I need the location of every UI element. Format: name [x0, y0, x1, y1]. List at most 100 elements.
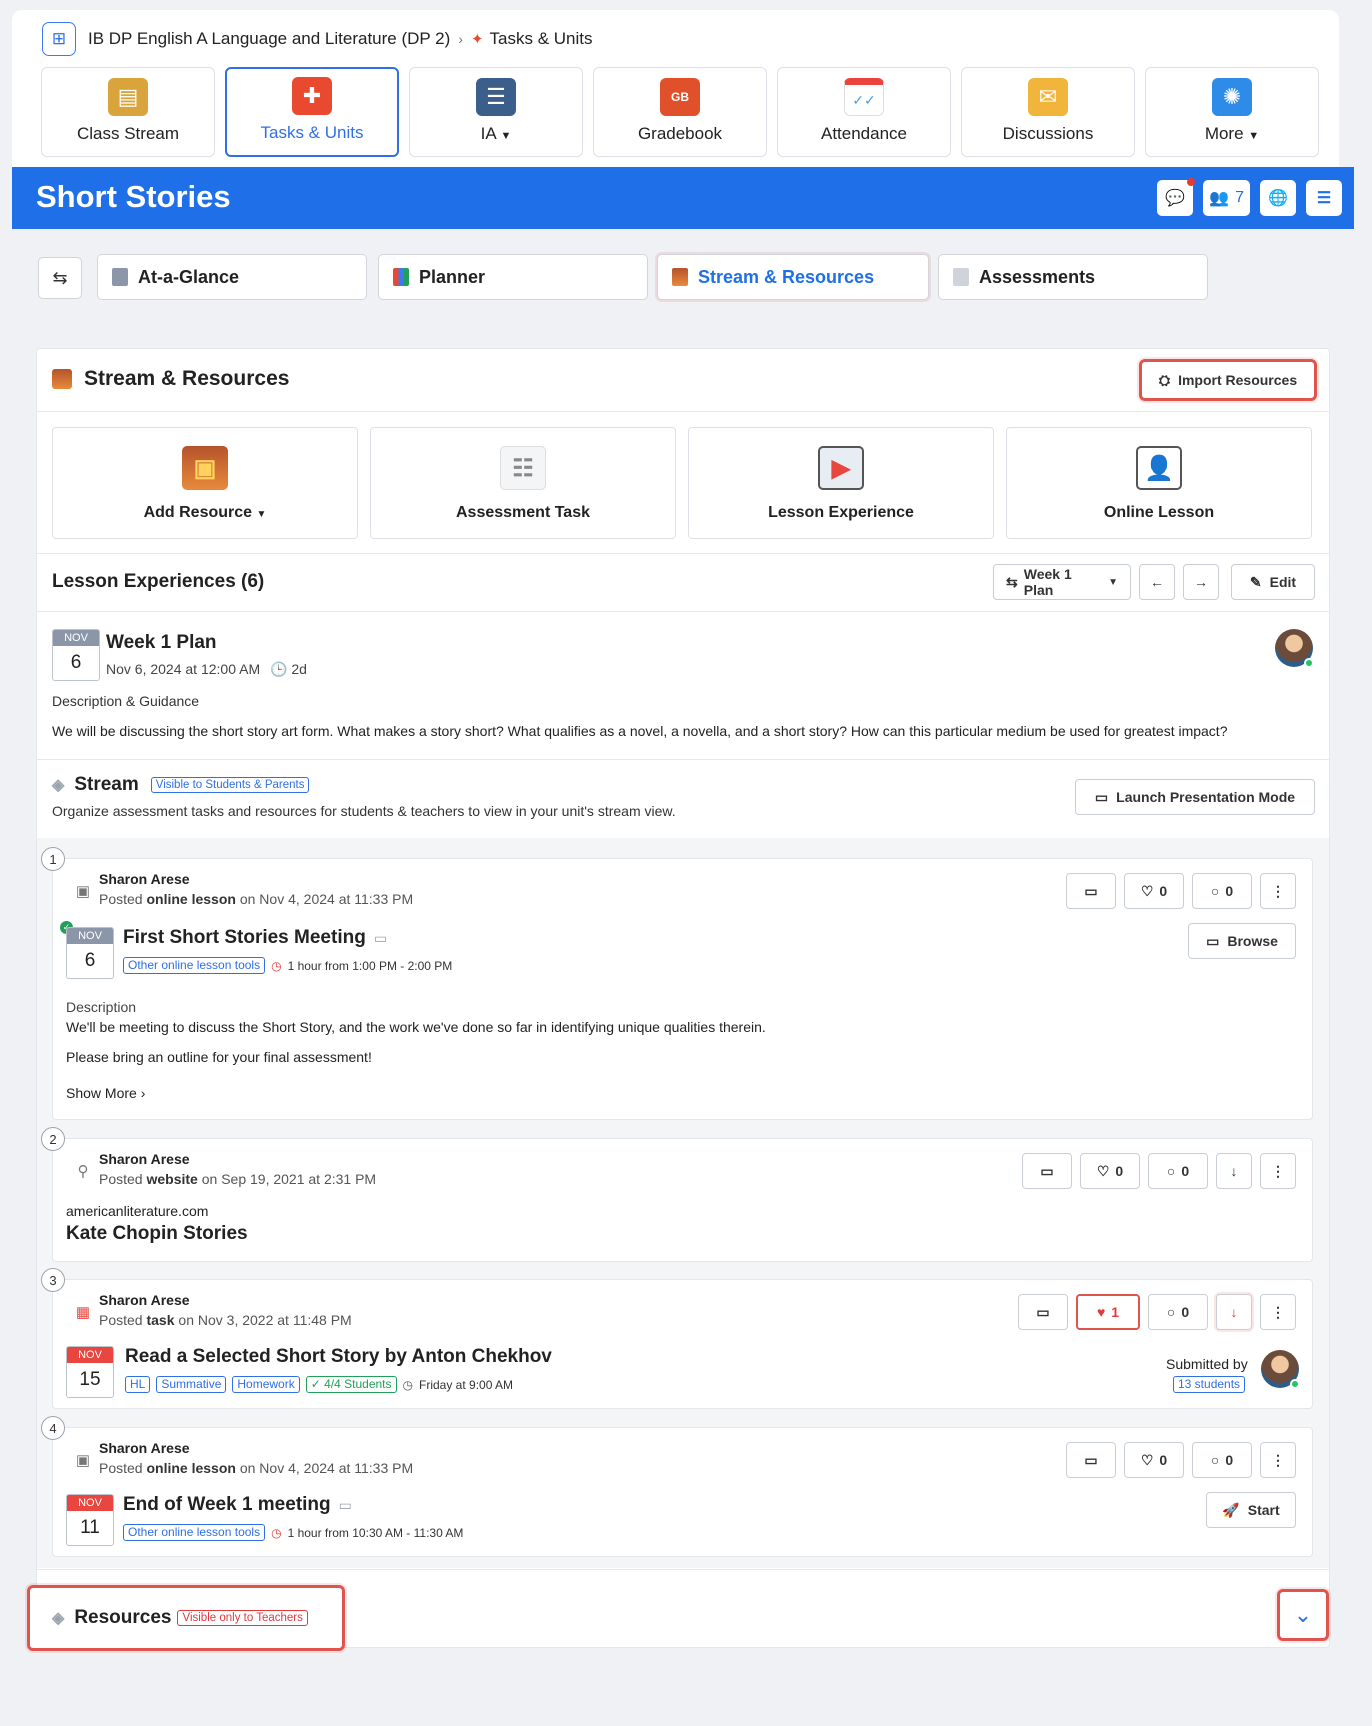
divider	[37, 759, 1329, 760]
more-options-button[interactable]: ⋮	[1260, 1442, 1296, 1478]
subtab-bar: ⇆ At-a-Glance Planner Stream & Resources…	[12, 229, 1354, 325]
caret-down-icon: ▼	[1248, 130, 1260, 142]
breadcrumb: ⊞ IB DP English A Language and Literatur…	[42, 22, 593, 56]
item-title[interactable]: Kate Chopin Stories	[66, 1223, 248, 1245]
assessment-task-icon: ☷	[500, 446, 546, 490]
class-stream-icon: ▤	[108, 78, 148, 116]
more-options-button[interactable]: ⋮	[1260, 1294, 1296, 1330]
item-title[interactable]: First Short Stories Meeting ▭	[123, 927, 387, 949]
item-meta: HL Summative Homework ✓ 4/4 Students ◷ F…	[125, 1376, 513, 1393]
online-lesson-tile[interactable]: 👤 Online Lesson	[1006, 427, 1312, 539]
ia-documents-icon: ☰	[476, 78, 516, 116]
at-a-glance-icon	[112, 268, 128, 286]
page-title: Short Stories	[36, 179, 231, 214]
comment-icon: ▭	[373, 930, 388, 946]
import-resources-button[interactable]: ⛭ Import Resources	[1139, 359, 1317, 401]
browse-button[interactable]: ▭ Browse	[1188, 923, 1296, 959]
item-meta: Other online lesson tools ◷ 1 hour from 1:…	[123, 957, 452, 974]
launch-presentation-button[interactable]: ▭ Launch Presentation Mode	[1075, 779, 1315, 815]
tab-label: Stream & Resources	[698, 266, 875, 287]
tag-hl: HL	[125, 1376, 151, 1393]
present-button[interactable]: ▭	[1066, 873, 1116, 909]
clock-icon: ◷	[271, 958, 282, 973]
assessment-task-tile[interactable]: ☷ Assessment Task	[370, 427, 676, 539]
chevron-right-icon: ›	[458, 31, 463, 47]
start-button[interactable]: 🚀 Start	[1206, 1492, 1296, 1528]
week-plan-date: Nov 6, 2024 at 12:00 AM 🕒 2d	[106, 661, 307, 677]
comment-icon: ○	[1210, 1452, 1220, 1468]
chat-button[interactable]: 💬	[1157, 178, 1196, 216]
tile-gradebook[interactable]: GB Gradebook	[593, 67, 767, 157]
present-button[interactable]: ▭	[1018, 1294, 1068, 1330]
tab-at-a-glance[interactable]: At-a-Glance	[97, 254, 367, 300]
tile-attendance[interactable]: ✓✓ Attendance	[777, 67, 951, 157]
comment-button[interactable]: ○ 0	[1192, 1442, 1252, 1478]
planner-icon	[393, 268, 409, 286]
show-more-link[interactable]: Show More ›	[66, 1085, 145, 1101]
expand-resources-button[interactable]: ⌄	[1277, 1589, 1329, 1641]
present-button[interactable]: ▭	[1022, 1153, 1072, 1189]
members-button[interactable]: 👥 7	[1203, 180, 1250, 216]
more-bulb-icon: ✺	[1212, 78, 1252, 116]
tab-stream-resources[interactable]: Stream & Resources	[657, 254, 929, 300]
tab-label: Planner	[419, 266, 486, 287]
item-actions: ▭ ♡ 0 ○ 0 ⋮	[1066, 1442, 1296, 1478]
move-down-button[interactable]: ↓	[1216, 1153, 1252, 1189]
calendar-icon: ▦	[75, 1304, 91, 1321]
tool-tag: Other online lesson tools	[123, 1524, 266, 1541]
arrow-down-icon: ↓	[1230, 1163, 1238, 1179]
avatar[interactable]	[1275, 629, 1314, 668]
list-view-button[interactable]: ☰	[1306, 180, 1342, 216]
like-button[interactable]: ♡ 0	[1124, 873, 1184, 909]
submitted-count[interactable]: 13 students	[1173, 1376, 1246, 1393]
tile-class-stream[interactable]: ▤ Class Stream	[41, 67, 215, 157]
globe-button[interactable]: 🌐	[1260, 180, 1296, 216]
tab-planner[interactable]: Planner	[378, 254, 648, 300]
more-options-button[interactable]: ⋮	[1260, 1153, 1296, 1189]
tile-more[interactable]: ✺ More ▼	[1145, 67, 1319, 157]
pencil-icon: ✎	[1249, 573, 1262, 590]
edit-button[interactable]: ✎ Edit	[1231, 564, 1315, 600]
online-status-dot	[1290, 1379, 1300, 1389]
comment-button[interactable]: ○ 0	[1148, 1294, 1208, 1330]
heart-icon: ♡	[1140, 1451, 1154, 1468]
tile-ia[interactable]: ☰ IA ▼	[409, 67, 583, 157]
resources-heading[interactable]: ◈ Resources Visible only to Teachers	[27, 1585, 345, 1651]
like-button[interactable]: ♡ 0	[1124, 1442, 1184, 1478]
like-button[interactable]: ♥ 1	[1076, 1294, 1140, 1330]
previous-plan-button[interactable]: ←	[1139, 564, 1175, 600]
next-plan-button[interactable]: →	[1183, 564, 1219, 600]
tile-discussions[interactable]: ✉ Discussions	[961, 67, 1135, 157]
gradebook-icon: GB	[660, 78, 700, 116]
like-button[interactable]: ♡ 0	[1080, 1153, 1140, 1189]
item-meta: Other online lesson tools ◷ 1 hour from 10…	[123, 1524, 463, 1541]
unit-header: Short Stories 💬 👥 7 🌐 ☰	[12, 167, 1354, 229]
treasure-chest-icon: ▣	[182, 446, 228, 490]
week-plan-title: Week 1 Plan	[106, 632, 217, 653]
present-button[interactable]: ▭	[1066, 1442, 1116, 1478]
lesson-experience-tile[interactable]: ▶ Lesson Experience	[688, 427, 994, 539]
posted-info: Posted online lesson on Nov 4, 2024 at 1…	[99, 891, 414, 907]
week-plan-dropdown[interactable]: ⇆ Week 1 Plan ▼	[993, 564, 1131, 600]
app-grid-icon[interactable]: ⊞	[42, 22, 76, 56]
stream-heading: ◈ Stream Visible to Students & Parents	[52, 774, 310, 796]
description-text: We'll be meeting to discuss the Short St…	[66, 1019, 766, 1035]
top-nav-card: ⊞ IB DP English A Language and Literatur…	[12, 10, 1339, 168]
breadcrumb-course[interactable]: IB DP English A Language and Literature …	[88, 29, 450, 49]
comment-button[interactable]: ○ 0	[1148, 1153, 1208, 1189]
item-number: 1	[41, 847, 65, 871]
item-title[interactable]: End of Week 1 meeting ▭	[123, 1494, 352, 1516]
comment-button[interactable]: ○ 0	[1192, 873, 1252, 909]
tile-tasks-units[interactable]: ✚ Tasks & Units	[225, 67, 399, 157]
more-options-button[interactable]: ⋮	[1260, 873, 1296, 909]
description-label: Description	[66, 999, 137, 1015]
move-down-button[interactable]: ↓	[1216, 1294, 1252, 1330]
avatar[interactable]	[1261, 1350, 1300, 1389]
add-resource-tile[interactable]: ▣ Add Resource ▼	[52, 427, 358, 539]
breadcrumb-current: Tasks & Units	[489, 29, 593, 48]
toggle-sidebar-button[interactable]: ⇆	[38, 257, 82, 299]
tab-assessments[interactable]: Assessments	[938, 254, 1208, 300]
swap-arrows-icon: ⇆	[52, 267, 68, 288]
item-number: 2	[41, 1127, 65, 1151]
item-title[interactable]: Read a Selected Short Story by Anton Che…	[125, 1346, 552, 1368]
